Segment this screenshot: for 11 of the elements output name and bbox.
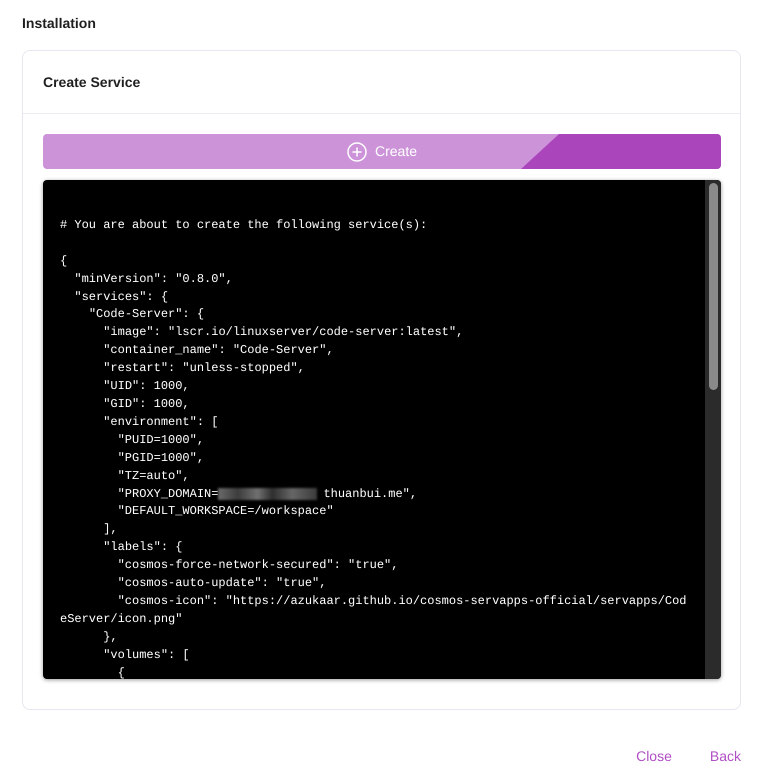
footer-button[interactable]: Back xyxy=(710,746,741,767)
code-text: thuanbui.me", xyxy=(323,486,418,502)
code-text: "DEFAULT_WORKSPACE=/workspace" ], "labels": { "cosmos-force-network-secured": "true", "cosmos-auto-update": "true", "cosmos-icon": "https://azukaar.github.io/cosmos-servapps-official/servapps/CodeServer/icon.png" }, "volumes": [ { xyxy=(60,503,688,679)
create-button[interactable]: Create xyxy=(43,134,721,169)
plus-circle-icon xyxy=(346,142,367,162)
scrollbar[interactable] xyxy=(705,180,721,679)
code-text: "PROXY_DOMAIN= xyxy=(116,486,218,502)
card-title: Create Service xyxy=(43,72,140,92)
footer-button[interactable]: Close xyxy=(636,746,672,767)
scrollbar-thumb[interactable] xyxy=(708,183,718,390)
page-title: Installation xyxy=(22,14,96,32)
